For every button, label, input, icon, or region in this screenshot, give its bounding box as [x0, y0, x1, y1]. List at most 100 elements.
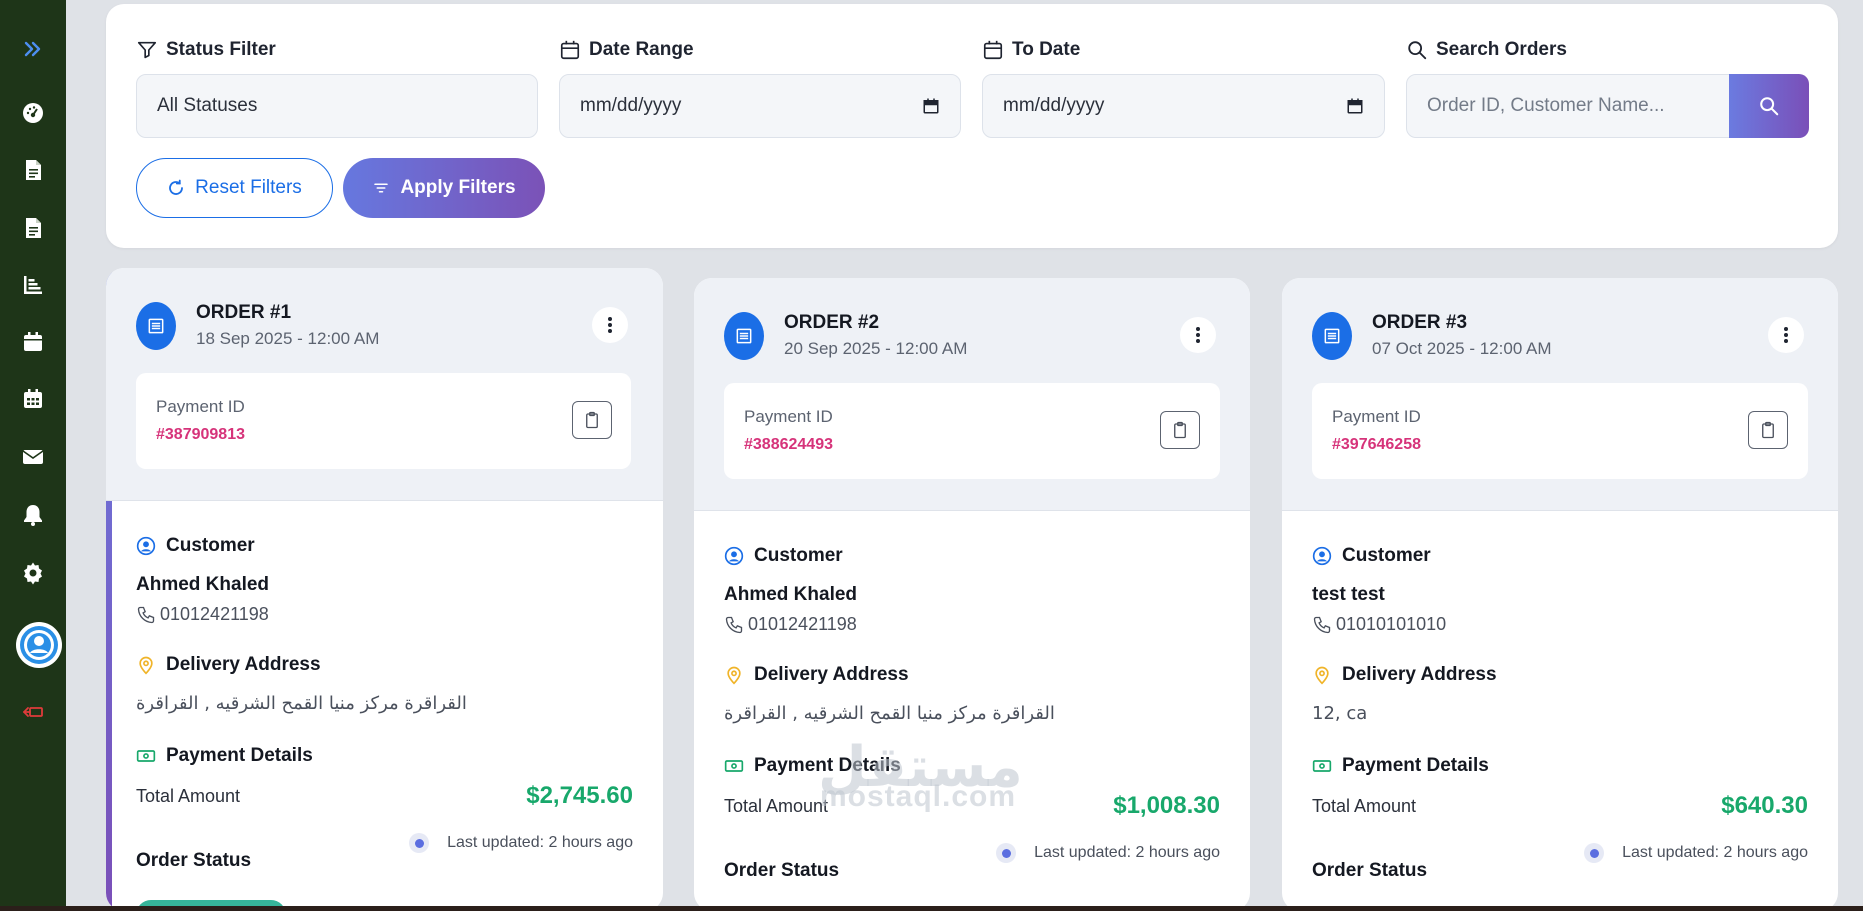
last-updated: Last updated: 2 hours ago [409, 833, 633, 853]
location-pin-icon [139, 656, 153, 675]
total-amount-label: Total Amount [724, 796, 829, 816]
customer-phone: 01012421198 [136, 604, 269, 625]
order-title: ORDER #3 [1372, 312, 1468, 333]
delivery-address: القراقرة مركز منيا القمح الشرقيه , القرا… [136, 693, 467, 714]
more-options-icon[interactable] [592, 307, 628, 343]
total-amount-value: $1,008.30 [1113, 792, 1220, 819]
calendar-icon [560, 40, 580, 60]
total-amount-value: $640.30 [1721, 792, 1808, 819]
receipt-icon [724, 312, 764, 360]
order-title: ORDER #2 [784, 312, 880, 333]
filter-panel: Status Filter All Statuses Date Range mm… [106, 4, 1838, 248]
user-icon [1312, 546, 1332, 566]
order-card[interactable]: ORDER #1 18 Sep 2025 - 12:00 AM Payment … [106, 268, 663, 911]
bottom-strip [0, 906, 1863, 911]
delivery-address-title: Delivery Address [136, 654, 321, 676]
payment-id-label: Payment ID [1332, 407, 1421, 426]
settings-icon[interactable] [18, 558, 48, 588]
order-status-label: Order Status [724, 860, 840, 881]
calendar-picker-icon[interactable] [922, 97, 940, 115]
receipt-icon [1312, 312, 1352, 360]
calendar-grid-icon[interactable] [18, 384, 48, 414]
delivery-address: 12, ca [1312, 703, 1368, 724]
avatar[interactable] [16, 622, 62, 668]
location-pin-icon [727, 666, 741, 685]
dashboard-icon[interactable] [18, 98, 48, 128]
customer-name: Ahmed Khaled [136, 574, 270, 595]
payment-details-title: Payment Details [136, 745, 313, 767]
order-card-header: ORDER #1 18 Sep 2025 - 12:00 AM Payment … [106, 268, 663, 501]
customer-phone: 01010101010 [1312, 614, 1446, 635]
order-date: 07 Oct 2025 - 12:00 AM [1372, 339, 1552, 358]
status-dot-icon [409, 833, 430, 853]
order-card-header: ORDER #2 20 Sep 2025 - 12:00 AM Payment … [694, 278, 1250, 511]
payment-id-box: Payment ID #388624493 [724, 383, 1220, 479]
user-icon [724, 546, 744, 566]
funnel-icon [137, 41, 157, 59]
delivery-address-title: Delivery Address [724, 664, 909, 686]
last-updated: Last updated: 2 hours ago [1584, 843, 1808, 863]
date-range-input[interactable]: mm/dd/yyyy [559, 74, 961, 138]
status-filter-select[interactable]: All Statuses [136, 74, 538, 138]
copy-clipboard-icon[interactable] [1748, 411, 1788, 449]
sidebar [0, 0, 66, 911]
calendar-icon[interactable] [18, 327, 48, 357]
order-title: ORDER #1 [196, 302, 292, 323]
to-date-label: To Date [982, 39, 1080, 61]
phone-icon [725, 616, 743, 633]
phone-icon [1313, 616, 1331, 633]
phone-icon [137, 606, 155, 623]
customer-section-title: Customer [136, 535, 255, 557]
customer-phone: 01012421198 [724, 614, 857, 635]
customer-section-title: Customer [724, 545, 843, 567]
apply-filters-button[interactable]: Apply Filters [343, 158, 545, 218]
customer-name: Ahmed Khaled [724, 584, 858, 605]
payment-details-title: Payment Details [724, 755, 901, 777]
order-date: 18 Sep 2025 - 12:00 AM [196, 329, 380, 348]
more-options-icon[interactable] [1180, 317, 1216, 353]
more-options-icon[interactable] [1768, 317, 1804, 353]
chart-icon[interactable] [18, 270, 48, 300]
document-alt-icon[interactable] [18, 213, 48, 243]
payment-id-label: Payment ID [744, 407, 833, 426]
calendar-icon [983, 40, 1003, 60]
to-date-input[interactable]: mm/dd/yyyy [982, 74, 1385, 138]
total-amount-label: Total Amount [1312, 796, 1417, 816]
copy-clipboard-icon[interactable] [572, 401, 612, 439]
search-icon [1408, 41, 1427, 60]
order-status-label: Order Status [1312, 860, 1428, 881]
search-button[interactable] [1729, 74, 1809, 138]
status-dot-icon [996, 843, 1017, 863]
logout-icon[interactable] [18, 697, 48, 727]
search-orders-label: Search Orders [1406, 39, 1567, 61]
expand-icon[interactable] [18, 34, 48, 64]
order-card[interactable]: ORDER #2 20 Sep 2025 - 12:00 AM Payment … [694, 278, 1250, 911]
search-input[interactable]: Order ID, Customer Name... [1406, 74, 1731, 138]
payment-id-label: Payment ID [156, 397, 245, 416]
payment-id-box: Payment ID #387909813 [136, 373, 631, 469]
document-icon[interactable] [18, 155, 48, 185]
order-card[interactable]: ORDER #3 07 Oct 2025 - 12:00 AM Payment … [1282, 278, 1838, 911]
refresh-icon [169, 179, 184, 195]
cash-icon [1312, 760, 1332, 772]
filter-lines-icon [374, 183, 389, 193]
search-icon [1760, 97, 1779, 116]
cash-icon [136, 750, 156, 762]
calendar-picker-icon[interactable] [1346, 97, 1364, 115]
date-range-label: Date Range [559, 39, 694, 61]
mail-icon[interactable] [18, 442, 48, 472]
total-amount-label: Total Amount [136, 786, 241, 806]
copy-clipboard-icon[interactable] [1160, 411, 1200, 449]
customer-name: test test [1312, 584, 1385, 605]
payment-id-value: #387909813 [156, 426, 245, 443]
order-status-label: Order Status [136, 850, 252, 871]
receipt-icon [136, 302, 176, 350]
cash-icon [724, 760, 744, 772]
reset-filters-button[interactable]: Reset Filters [136, 158, 333, 218]
order-date: 20 Sep 2025 - 12:00 AM [784, 339, 968, 358]
payment-details-title: Payment Details [1312, 755, 1489, 777]
delivery-address-title: Delivery Address [1312, 664, 1497, 686]
status-filter-label: Status Filter [136, 39, 276, 61]
status-dot-icon [1584, 843, 1605, 863]
bell-icon[interactable] [18, 500, 48, 530]
